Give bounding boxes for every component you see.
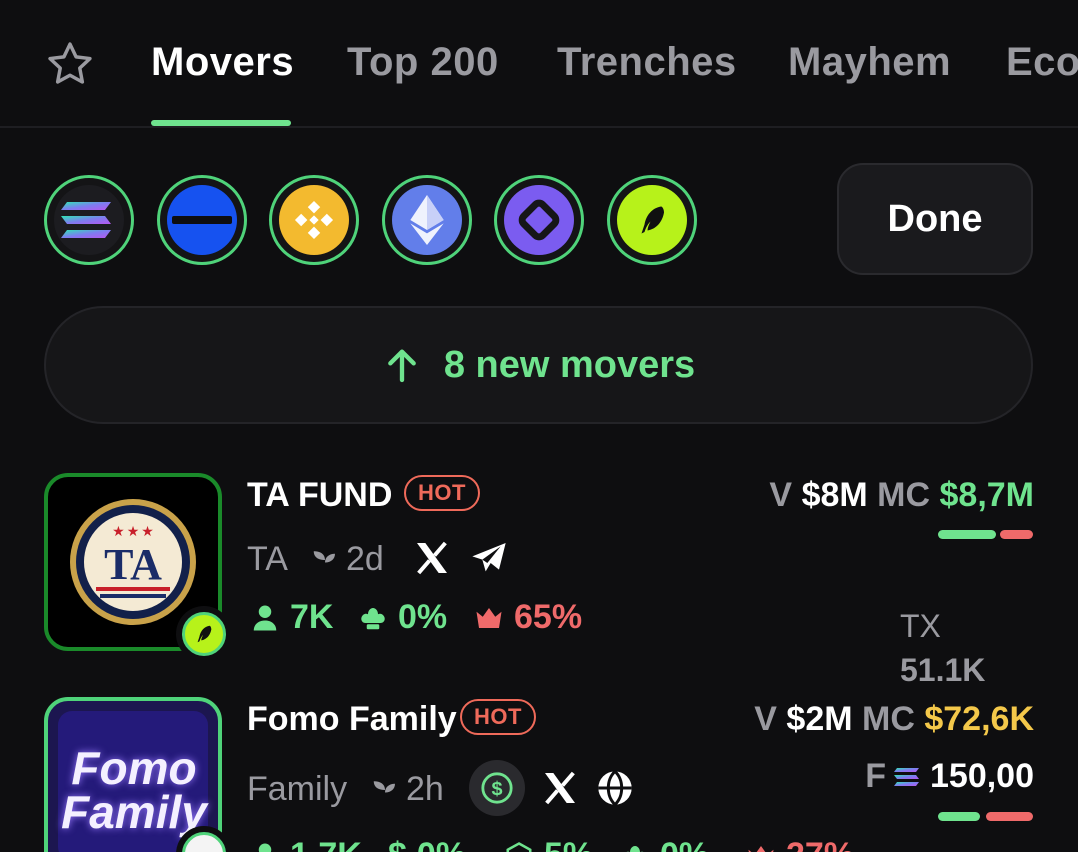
sprout-icon	[313, 550, 335, 572]
chain-filter-bnb[interactable]	[269, 175, 359, 265]
user-icon	[258, 843, 272, 852]
globe-icon[interactable]	[595, 768, 635, 808]
dollar-icon: $	[388, 836, 407, 852]
x-twitter-icon[interactable]	[412, 538, 452, 578]
chain-filter-solana[interactable]	[44, 175, 134, 265]
solana-icon	[54, 185, 124, 255]
token-chain-badge	[176, 606, 232, 662]
chain-filter-pump[interactable]	[607, 175, 697, 265]
tx-value: 51.1K	[900, 652, 986, 688]
tab-movers[interactable]: Movers	[151, 40, 294, 85]
tab-mayhem[interactable]: Mayhem	[788, 40, 951, 85]
token-name[interactable]: Fomo Family	[247, 700, 457, 739]
base-icon	[167, 185, 237, 255]
tab-eco[interactable]: Eco	[1006, 40, 1078, 85]
token-name[interactable]: TA FUND	[247, 476, 392, 515]
new-movers-banner[interactable]: 8 new movers	[44, 306, 1033, 424]
token-volume-mc: V $2M MC $72,6K	[754, 700, 1034, 738]
dollar-coin-icon: $	[481, 772, 513, 804]
chef-stat: 0%	[620, 836, 709, 852]
star-icon[interactable]	[44, 38, 96, 90]
new-movers-text: 8 new movers	[443, 343, 696, 386]
chain-filter-ethereum[interactable]	[382, 175, 472, 265]
app-root: Movers Top 200 Trenches Mayhem Eco Done …	[0, 0, 1078, 852]
token-ticker: TA	[247, 540, 288, 578]
done-button[interactable]: Done	[837, 163, 1033, 275]
bnb-icon	[279, 185, 349, 255]
chain-filter-abstract[interactable]	[494, 175, 584, 265]
chain-filter-base[interactable]	[157, 175, 247, 265]
feather-icon	[617, 185, 687, 255]
sprout-icon	[373, 780, 395, 802]
buy-bar	[938, 812, 980, 821]
dollar-coin-button[interactable]: $	[469, 760, 525, 816]
arrow-up-icon	[387, 349, 416, 383]
cube-stat: 5%	[504, 836, 593, 852]
tab-trenches[interactable]: Trenches	[557, 40, 737, 85]
token-age: 2d	[310, 540, 384, 579]
token-volume-mc: V $8M MC $8,7M	[769, 476, 1034, 514]
chef-hat-icon	[625, 845, 645, 852]
crown-stat: 27%	[746, 836, 854, 852]
svg-text:$: $	[491, 778, 502, 800]
hot-badge: HOT	[460, 699, 536, 735]
buy-bar	[938, 530, 996, 539]
abstract-icon	[504, 185, 574, 255]
holders-stat: 1.7K	[250, 836, 362, 852]
avatar-text-line1: Fomo	[71, 742, 197, 794]
active-tab-indicator	[151, 120, 291, 126]
sell-bar	[986, 812, 1033, 821]
token-fee: F 150,00	[865, 757, 1034, 795]
tx-label: TX	[900, 608, 941, 644]
dollar-stat: $ 0%	[388, 836, 466, 852]
tab-top-200[interactable]: Top 200	[347, 40, 499, 85]
token-age: 2h	[370, 770, 444, 809]
telegram-icon[interactable]	[466, 538, 512, 578]
holders-stat: 7K	[250, 598, 333, 637]
tab-bar: Movers Top 200 Trenches Mayhem Eco	[0, 0, 1078, 128]
crown-icon	[476, 607, 502, 628]
sell-bar	[1000, 530, 1033, 539]
avatar-text-line2: Family	[61, 786, 207, 838]
hot-badge: HOT	[404, 475, 480, 511]
token-ticker: Family	[247, 770, 348, 808]
cube-icon	[506, 841, 532, 852]
avatar-text: TA	[104, 540, 162, 589]
user-icon	[253, 605, 277, 630]
chef-stat: 0%	[358, 598, 447, 637]
x-twitter-icon[interactable]	[540, 768, 580, 808]
ethereum-icon	[392, 185, 462, 255]
chef-hat-icon	[361, 607, 385, 629]
solana-icon	[894, 767, 919, 786]
crown-stat: 65%	[474, 598, 582, 637]
crown-icon	[748, 845, 774, 852]
feather-icon	[197, 625, 212, 643]
